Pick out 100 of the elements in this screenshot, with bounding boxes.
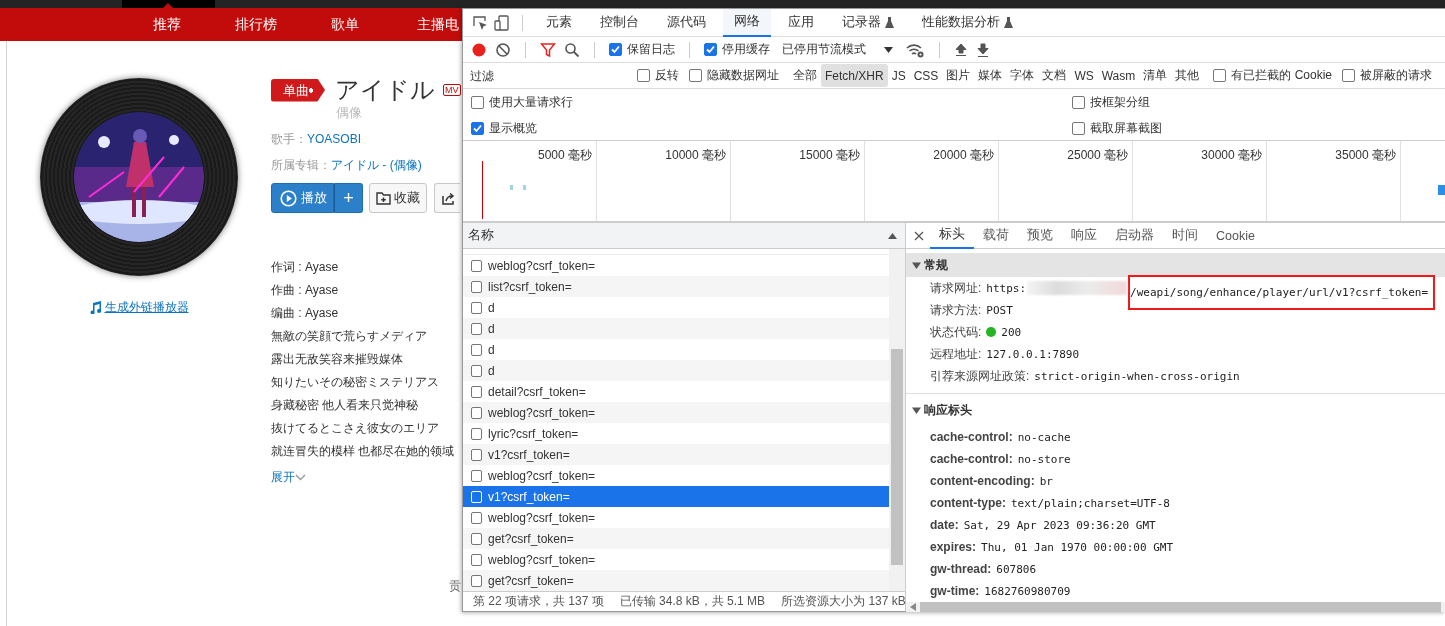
detail-tab[interactable]: 标头: [930, 222, 974, 249]
header-name: gw-thread:: [930, 562, 992, 576]
option-checkbox[interactable]: 截取屏幕截图: [1072, 119, 1445, 137]
blocked-cookies-checkbox[interactable]: 有已拦截的 Cookie: [1213, 67, 1332, 84]
panel-tab[interactable]: 控制台: [589, 8, 650, 37]
close-icon[interactable]: [914, 230, 924, 241]
request-row[interactable]: detail?csrf_token=: [463, 381, 889, 402]
request-row[interactable]: d: [463, 297, 889, 318]
sort-up-icon: [888, 232, 897, 239]
detail-tab[interactable]: 载荷: [974, 222, 1018, 249]
nav-link[interactable]: 歌单: [300, 15, 389, 34]
request-row[interactable]: d: [463, 318, 889, 339]
time-tick-label: 15000 毫秒: [799, 147, 860, 164]
time-tick-label: 35000 毫秒: [1335, 147, 1396, 164]
search-icon[interactable]: [564, 41, 580, 58]
preserve-log-checkbox[interactable]: 保留日志: [609, 41, 675, 58]
detail-tab[interactable]: 响应: [1062, 222, 1106, 249]
header-name: cache-control:: [930, 430, 1013, 444]
lyric-line: 知りたいその秘密ミステリアス: [271, 374, 440, 391]
nav-link[interactable]: 推荐: [122, 15, 211, 34]
type-filter-button[interactable]: 文档: [1038, 64, 1071, 87]
artist-label: 歌手：: [271, 131, 307, 148]
option-checkbox[interactable]: 显示概览: [471, 119, 1072, 137]
mv-badge[interactable]: MV: [443, 84, 461, 96]
section-header[interactable]: 响应标头: [906, 398, 1445, 422]
lyric-line: 抜けてるとこさえ彼女のエリア: [271, 420, 440, 437]
panel-tab[interactable]: 元素: [535, 8, 583, 37]
type-filter-button[interactable]: 其他: [1171, 64, 1204, 87]
share-button[interactable]: [434, 183, 460, 213]
type-filter-button[interactable]: 图片: [942, 64, 975, 87]
highlighted-url: /weapi/song/enhance/player/url/v1?csrf_token=: [1128, 274, 1436, 310]
album-link[interactable]: アイドル - (偶像): [331, 157, 422, 174]
header-name: date:: [930, 518, 959, 532]
type-filter-button[interactable]: Wasm: [1097, 64, 1140, 87]
request-row[interactable]: d: [463, 339, 889, 360]
type-filter-button[interactable]: 全部: [789, 64, 821, 87]
blocked-requests-checkbox[interactable]: 被屏蔽的请求: [1342, 67, 1432, 84]
type-filter-button[interactable]: 清单: [1139, 64, 1172, 87]
album-label: 所属专辑：: [271, 157, 331, 174]
lyric-line: 無敵の笑顔で荒らすメディア: [271, 328, 428, 345]
request-row[interactable]: d: [463, 360, 889, 381]
column-header[interactable]: 名称: [468, 227, 494, 244]
nav-link[interactable]: 排行榜: [211, 15, 300, 34]
artist-link[interactable]: YOASOBI: [307, 131, 362, 148]
type-filter-button[interactable]: WS: [1070, 64, 1098, 87]
request-row[interactable]: weblog?csrf_token=: [463, 255, 889, 276]
request-row[interactable]: weblog?csrf_token=: [463, 465, 889, 486]
panel-tab[interactable]: 性能数据分析: [911, 8, 1024, 37]
lyric-line: 编曲 : Ayase: [271, 305, 340, 322]
option-checkbox[interactable]: 按框架分组: [1072, 93, 1445, 111]
checkmark-icon: [609, 43, 622, 56]
header-value: 1682760980709: [984, 584, 1071, 598]
detail-tab[interactable]: 启动器: [1106, 222, 1163, 249]
inspect-icon[interactable]: [472, 14, 488, 31]
filter-icon[interactable]: [540, 41, 556, 58]
request-row[interactable]: get?csrf_token=: [463, 570, 889, 591]
request-mark: [523, 185, 526, 190]
nav-link[interactable]: 主播电: [417, 15, 459, 34]
request-row[interactable]: get?csrf_token=: [463, 528, 889, 549]
network-conditions-icon[interactable]: [905, 41, 925, 58]
panel-tab[interactable]: 网络: [723, 8, 771, 37]
panel-tab[interactable]: 源代码: [656, 8, 717, 37]
device-icon[interactable]: [494, 14, 510, 31]
clear-icon[interactable]: [495, 41, 511, 58]
type-filter-button[interactable]: 媒体: [974, 64, 1007, 87]
scrollbar[interactable]: [889, 249, 905, 591]
request-row[interactable]: weblog?csrf_token=: [463, 402, 889, 423]
section-header[interactable]: 常规: [906, 253, 1445, 277]
request-row[interactable]: lyric?csrf_token=: [463, 423, 889, 444]
detail-tab[interactable]: 预览: [1018, 222, 1062, 249]
request-row[interactable]: weblog?csrf_token=: [463, 507, 889, 528]
request-row[interactable]: list?csrf_token=: [463, 276, 889, 297]
collect-button[interactable]: 收藏: [369, 183, 427, 213]
upload-icon[interactable]: [954, 41, 968, 58]
expand-link[interactable]: 展开: [271, 468, 306, 486]
request-row[interactable]: weblog?csrf_token=: [463, 549, 889, 570]
embed-player-link[interactable]: 生成外链播放器: [89, 299, 189, 316]
invert-checkbox[interactable]: 反转: [637, 67, 679, 84]
type-filter-button[interactable]: JS: [887, 64, 910, 87]
scrollbar-thumb[interactable]: [891, 349, 903, 565]
request-row[interactable]: v1?csrf_token=: [463, 444, 889, 465]
panel-tab[interactable]: 记录器: [831, 8, 905, 37]
download-icon[interactable]: [976, 41, 990, 58]
option-checkbox[interactable]: 使用大量请求行: [471, 93, 1072, 111]
music-note-icon: [89, 301, 102, 314]
detail-tab[interactable]: Cookie: [1207, 222, 1264, 249]
panel-tab[interactable]: 应用: [777, 8, 825, 37]
request-row[interactable]: v1?csrf_token=: [463, 486, 889, 507]
throttle-dropdown[interactable]: 已停用节流模式: [782, 41, 893, 58]
detail-tab[interactable]: 时间: [1163, 222, 1207, 249]
footer-text: 贡: [448, 578, 462, 595]
header-value: 127.0.0.1:7890: [986, 347, 1080, 361]
play-button[interactable]: 播放: [271, 183, 334, 213]
type-filter-button[interactable]: CSS: [909, 64, 943, 87]
hide-data-urls-checkbox[interactable]: 隐藏数据网址: [689, 67, 779, 84]
type-filter-button[interactable]: 字体: [1006, 64, 1039, 87]
add-to-playlist-button[interactable]: +: [334, 183, 363, 213]
disable-cache-checkbox[interactable]: 停用缓存: [704, 41, 770, 58]
type-filter-button[interactable]: Fetch/XHR: [821, 64, 888, 87]
record-button[interactable]: [471, 41, 487, 58]
